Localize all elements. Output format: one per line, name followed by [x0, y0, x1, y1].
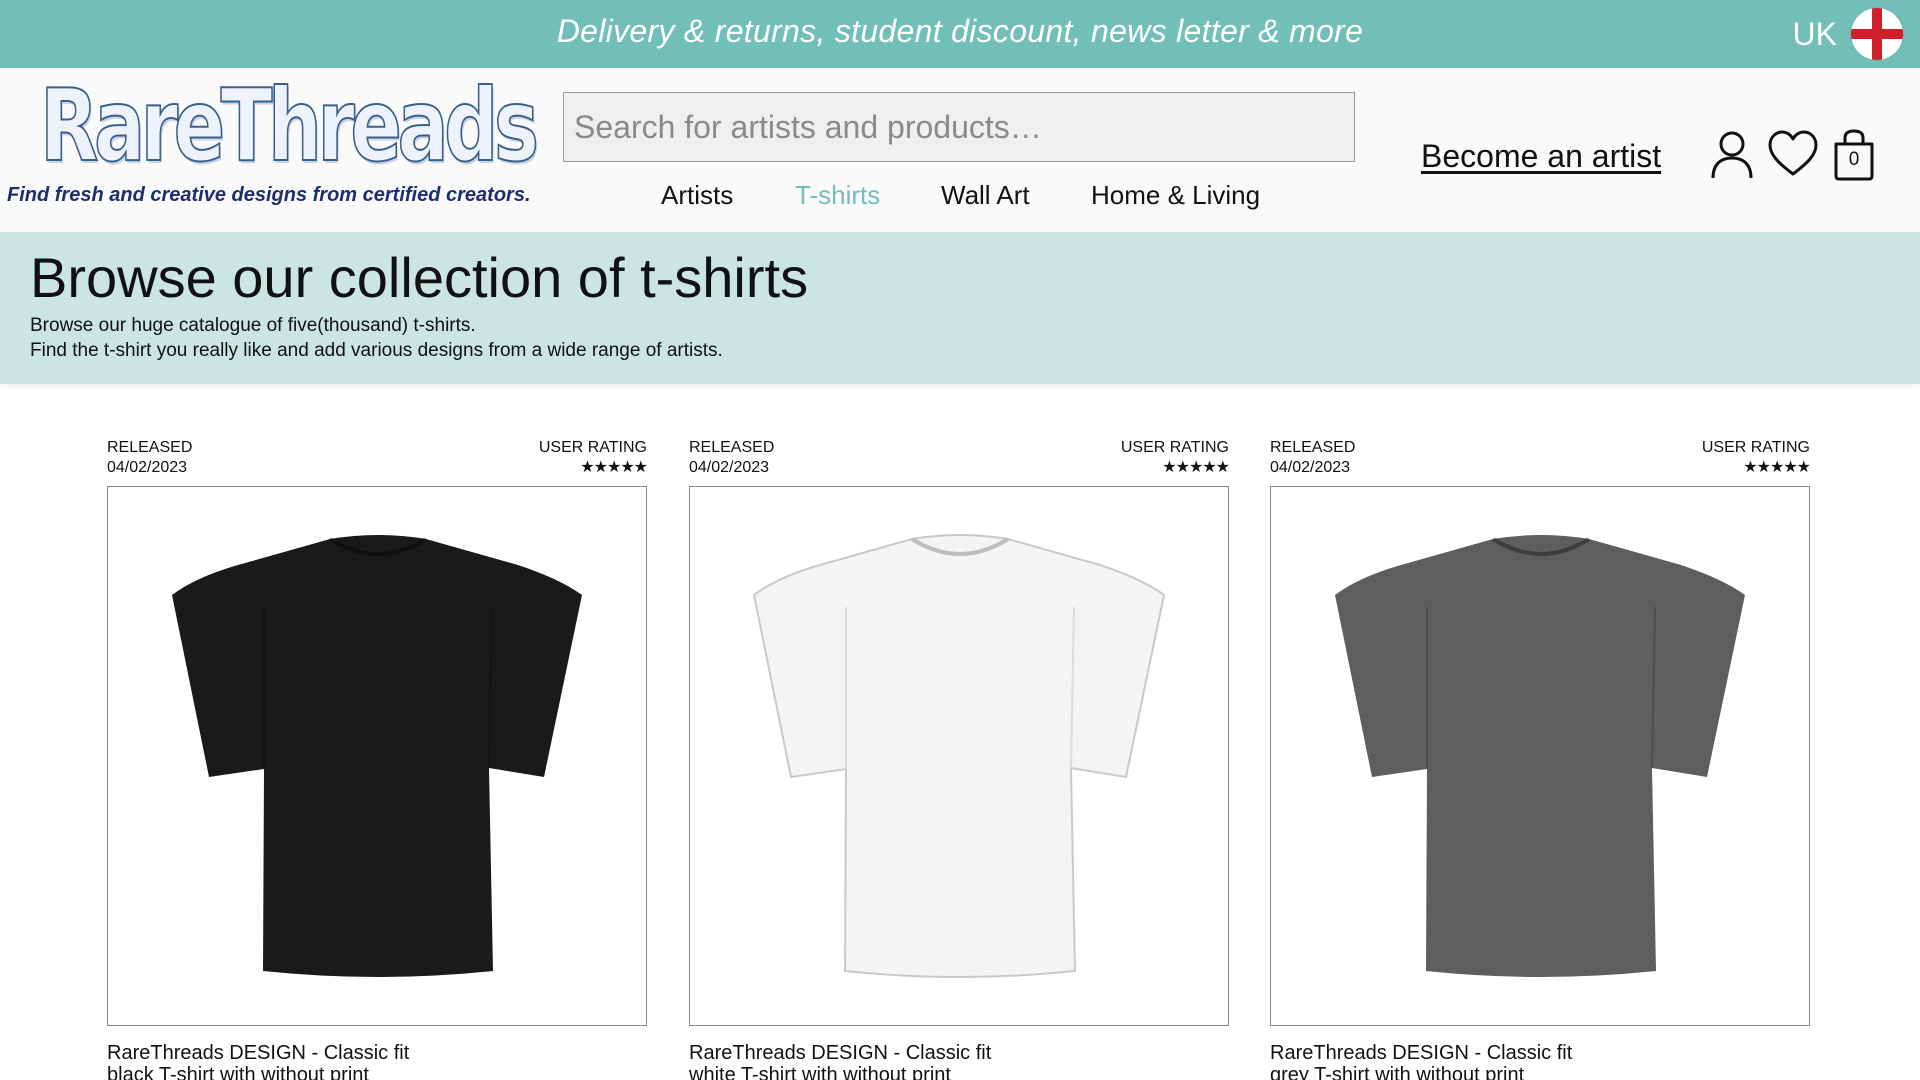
promo-text[interactable]: Delivery & returns, student discount, ne… [0, 13, 1920, 50]
release-date: 04/02/2023 [1270, 459, 1351, 476]
nav-t-shirts[interactable]: T-shirts [795, 180, 880, 211]
released-label: RELEASED [107, 439, 193, 456]
star-rating-icon[interactable]: ★★★★★ [539, 458, 648, 478]
star-rating-icon[interactable]: ★★★★★ [1702, 458, 1811, 478]
product-title[interactable]: RareThreads DESIGN - Classic fit black T… [107, 1042, 437, 1080]
rating-label: USER RATING [1701, 439, 1810, 456]
page-title: Browse our collection of t-shirts [30, 246, 809, 309]
user-icon[interactable] [1707, 128, 1757, 182]
nav-home-living[interactable]: Home & Living [1091, 180, 1260, 211]
nav-wall-art[interactable]: Wall Art [941, 180, 1030, 211]
rating-label: USER RATING [538, 439, 647, 456]
star-rating-icon[interactable]: ★★★★★ [1121, 458, 1230, 478]
rating-label: USER RATING [1120, 439, 1229, 456]
release-info: RELEASED 04/02/2023 [1270, 438, 1355, 478]
release-date: 04/02/2023 [107, 459, 188, 476]
release-date: 04/02/2023 [689, 459, 770, 476]
tshirt-illustration [752, 534, 1166, 978]
shopping-bag-icon[interactable]: 0 [1831, 128, 1877, 182]
hero-description-line: Find the t-shirt you really like and add… [30, 340, 723, 361]
hero-description-line: Browse our huge catalogue of five(thousa… [30, 315, 476, 336]
product-title[interactable]: RareThreads DESIGN - Classic fit white T… [689, 1042, 1019, 1080]
promo-bar: Delivery & returns, student discount, ne… [0, 0, 1920, 68]
product-image[interactable] [107, 486, 647, 1026]
england-flag-icon [1851, 8, 1903, 60]
site-header: RareThreads Find fresh and creative desi… [0, 68, 1920, 232]
become-artist-link[interactable]: Become an artist [1421, 138, 1661, 175]
region-selector[interactable]: UK [1793, 8, 1903, 60]
product-image[interactable] [689, 486, 1229, 1026]
tagline: Find fresh and creative designs from cer… [7, 184, 531, 206]
user-rating: USER RATING ★★★★★ [1120, 438, 1230, 478]
region-label: UK [1792, 15, 1837, 52]
logo[interactable]: RareThreads [39, 75, 540, 177]
product-image[interactable] [1270, 486, 1810, 1026]
release-info: RELEASED 04/02/2023 [107, 438, 192, 478]
search-input[interactable] [563, 92, 1355, 162]
released-label: RELEASED [1270, 439, 1356, 456]
product-title[interactable]: RareThreads DESIGN - Classic fit grey T-… [1270, 1042, 1600, 1080]
tshirt-illustration [172, 535, 582, 977]
nav-artists[interactable]: Artists [661, 180, 733, 211]
cart-count: 0 [1848, 149, 1860, 170]
collection-hero: Browse our collection of t-shirts Browse… [0, 232, 1920, 384]
heart-icon[interactable] [1767, 128, 1819, 182]
released-label: RELEASED [689, 439, 775, 456]
user-rating: USER RATING ★★★★★ [1701, 438, 1811, 478]
user-rating: USER RATING ★★★★★ [538, 438, 648, 478]
release-info: RELEASED 04/02/2023 [689, 438, 774, 478]
tshirt-illustration [1335, 535, 1745, 977]
